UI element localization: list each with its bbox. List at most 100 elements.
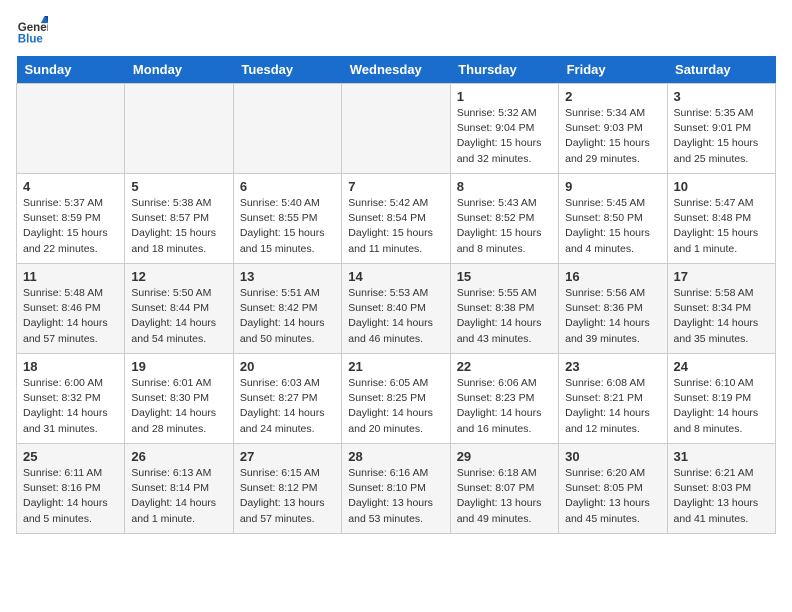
- calendar-cell: [342, 84, 450, 174]
- day-info: Sunrise: 5:45 AM Sunset: 8:50 PM Dayligh…: [565, 196, 660, 257]
- calendar-cell: 27 Sunrise: 6:15 AM Sunset: 8:12 PM Dayli…: [233, 444, 341, 534]
- calendar-cell: 10 Sunrise: 5:47 AM Sunset: 8:48 PM Dayli…: [667, 174, 775, 264]
- day-number: 24: [674, 359, 769, 374]
- calendar-cell: 3 Sunrise: 5:35 AM Sunset: 9:01 PM Daylig…: [667, 84, 775, 174]
- day-info: Sunrise: 5:48 AM Sunset: 8:46 PM Dayligh…: [23, 286, 118, 347]
- day-info: Sunrise: 5:42 AM Sunset: 8:54 PM Dayligh…: [348, 196, 443, 257]
- day-number: 3: [674, 89, 769, 104]
- day-info: Sunrise: 5:58 AM Sunset: 8:34 PM Dayligh…: [674, 286, 769, 347]
- logo: General Blue: [16, 16, 48, 48]
- day-number: 8: [457, 179, 552, 194]
- calendar-cell: 7 Sunrise: 5:42 AM Sunset: 8:54 PM Daylig…: [342, 174, 450, 264]
- calendar-cell: 26Sunrise: 6:13 AM Sunset: 8:14 PM Dayli…: [125, 444, 233, 534]
- day-info: Sunrise: 5:32 AM Sunset: 9:04 PM Dayligh…: [457, 106, 552, 167]
- day-info: Sunrise: 5:37 AM Sunset: 8:59 PM Dayligh…: [23, 196, 118, 257]
- day-number: 10: [674, 179, 769, 194]
- day-number: 19: [131, 359, 226, 374]
- day-info: Sunrise: 5:47 AM Sunset: 8:48 PM Dayligh…: [674, 196, 769, 257]
- calendar-cell: 24 Sunrise: 6:10 AM Sunset: 8:19 PM Dayli…: [667, 354, 775, 444]
- day-number: 4: [23, 179, 118, 194]
- day-info: Sunrise: 5:43 AM Sunset: 8:52 PM Dayligh…: [457, 196, 552, 257]
- calendar-cell: 6Sunrise: 5:40 AM Sunset: 8:55 PM Daylig…: [233, 174, 341, 264]
- calendar-cell: 1 Sunrise: 5:32 AM Sunset: 9:04 PM Daylig…: [450, 84, 558, 174]
- calendar-cell: [17, 84, 125, 174]
- day-number: 29: [457, 449, 552, 464]
- weekday-header: Friday: [559, 56, 667, 84]
- day-number: 7: [348, 179, 443, 194]
- calendar-week-row: 1 Sunrise: 5:32 AM Sunset: 9:04 PM Daylig…: [17, 84, 776, 174]
- calendar-cell: 19 Sunrise: 6:01 AM Sunset: 8:30 PM Dayli…: [125, 354, 233, 444]
- day-number: 17: [674, 269, 769, 284]
- calendar-cell: 18 Sunrise: 6:00 AM Sunset: 8:32 PM Dayli…: [17, 354, 125, 444]
- calendar-cell: [233, 84, 341, 174]
- calendar-cell: 5 Sunrise: 5:38 AM Sunset: 8:57 PM Daylig…: [125, 174, 233, 264]
- day-number: 6: [240, 179, 335, 194]
- calendar-cell: 28 Sunrise: 6:16 AM Sunset: 8:10 PM Dayli…: [342, 444, 450, 534]
- day-number: 12: [131, 269, 226, 284]
- day-info: Sunrise: 6:05 AM Sunset: 8:25 PM Dayligh…: [348, 376, 443, 437]
- day-info: Sunrise: 5:35 AM Sunset: 9:01 PM Dayligh…: [674, 106, 769, 167]
- weekday-header: Monday: [125, 56, 233, 84]
- day-info: Sunrise: 6:21 AM Sunset: 8:03 PM Dayligh…: [674, 466, 769, 527]
- weekday-header: Tuesday: [233, 56, 341, 84]
- day-info: Sunrise: 5:50 AM Sunset: 8:44 PM Dayligh…: [131, 286, 226, 347]
- day-number: 5: [131, 179, 226, 194]
- day-number: 9: [565, 179, 660, 194]
- day-info: Sunrise: 5:34 AM Sunset: 9:03 PM Dayligh…: [565, 106, 660, 167]
- day-info: Sunrise: 5:55 AM Sunset: 8:38 PM Dayligh…: [457, 286, 552, 347]
- day-info: Sunrise: 6:01 AM Sunset: 8:30 PM Dayligh…: [131, 376, 226, 437]
- day-info: Sunrise: 6:00 AM Sunset: 8:32 PM Dayligh…: [23, 376, 118, 437]
- day-info: Sunrise: 6:10 AM Sunset: 8:19 PM Dayligh…: [674, 376, 769, 437]
- calendar-body: 1 Sunrise: 5:32 AM Sunset: 9:04 PM Daylig…: [17, 84, 776, 534]
- calendar-week-row: 4 Sunrise: 5:37 AM Sunset: 8:59 PM Daylig…: [17, 174, 776, 264]
- day-info: Sunrise: 6:06 AM Sunset: 8:23 PM Dayligh…: [457, 376, 552, 437]
- calendar-cell: 4 Sunrise: 5:37 AM Sunset: 8:59 PM Daylig…: [17, 174, 125, 264]
- calendar-cell: 20Sunrise: 6:03 AM Sunset: 8:27 PM Dayli…: [233, 354, 341, 444]
- calendar-cell: 17 Sunrise: 5:58 AM Sunset: 8:34 PM Dayli…: [667, 264, 775, 354]
- day-info: Sunrise: 5:56 AM Sunset: 8:36 PM Dayligh…: [565, 286, 660, 347]
- calendar-cell: 30 Sunrise: 6:20 AM Sunset: 8:05 PM Dayli…: [559, 444, 667, 534]
- day-number: 31: [674, 449, 769, 464]
- day-info: Sunrise: 6:11 AM Sunset: 8:16 PM Dayligh…: [23, 466, 118, 527]
- day-info: Sunrise: 6:16 AM Sunset: 8:10 PM Dayligh…: [348, 466, 443, 527]
- day-number: 20: [240, 359, 335, 374]
- calendar-header-row: SundayMondayTuesdayWednesdayThursdayFrid…: [17, 56, 776, 84]
- calendar-week-row: 11Sunrise: 5:48 AM Sunset: 8:46 PM Dayli…: [17, 264, 776, 354]
- calendar-cell: 15Sunrise: 5:55 AM Sunset: 8:38 PM Dayli…: [450, 264, 558, 354]
- day-number: 18: [23, 359, 118, 374]
- calendar-cell: 22 Sunrise: 6:06 AM Sunset: 8:23 PM Dayli…: [450, 354, 558, 444]
- day-info: Sunrise: 6:18 AM Sunset: 8:07 PM Dayligh…: [457, 466, 552, 527]
- day-info: Sunrise: 5:38 AM Sunset: 8:57 PM Dayligh…: [131, 196, 226, 257]
- day-info: Sunrise: 6:08 AM Sunset: 8:21 PM Dayligh…: [565, 376, 660, 437]
- day-number: 30: [565, 449, 660, 464]
- calendar-cell: 11Sunrise: 5:48 AM Sunset: 8:46 PM Dayli…: [17, 264, 125, 354]
- day-number: 21: [348, 359, 443, 374]
- calendar-cell: 25 Sunrise: 6:11 AM Sunset: 8:16 PM Dayli…: [17, 444, 125, 534]
- calendar-cell: 23Sunrise: 6:08 AM Sunset: 8:21 PM Dayli…: [559, 354, 667, 444]
- day-info: Sunrise: 5:53 AM Sunset: 8:40 PM Dayligh…: [348, 286, 443, 347]
- svg-text:Blue: Blue: [18, 34, 44, 46]
- day-info: Sunrise: 6:15 AM Sunset: 8:12 PM Dayligh…: [240, 466, 335, 527]
- day-number: 28: [348, 449, 443, 464]
- calendar-cell: 8 Sunrise: 5:43 AM Sunset: 8:52 PM Daylig…: [450, 174, 558, 264]
- calendar-table: SundayMondayTuesdayWednesdayThursdayFrid…: [16, 56, 776, 534]
- calendar-week-row: 25 Sunrise: 6:11 AM Sunset: 8:16 PM Dayli…: [17, 444, 776, 534]
- day-number: 13: [240, 269, 335, 284]
- day-info: Sunrise: 6:20 AM Sunset: 8:05 PM Dayligh…: [565, 466, 660, 527]
- page-header: General Blue: [16, 16, 776, 48]
- calendar-cell: 21 Sunrise: 6:05 AM Sunset: 8:25 PM Dayli…: [342, 354, 450, 444]
- day-number: 2: [565, 89, 660, 104]
- calendar-cell: 2 Sunrise: 5:34 AM Sunset: 9:03 PM Daylig…: [559, 84, 667, 174]
- day-number: 27: [240, 449, 335, 464]
- day-number: 25: [23, 449, 118, 464]
- calendar-cell: 13 Sunrise: 5:51 AM Sunset: 8:42 PM Dayli…: [233, 264, 341, 354]
- calendar-cell: [125, 84, 233, 174]
- weekday-header: Thursday: [450, 56, 558, 84]
- day-number: 22: [457, 359, 552, 374]
- calendar-cell: 29 Sunrise: 6:18 AM Sunset: 8:07 PM Dayli…: [450, 444, 558, 534]
- day-number: 1: [457, 89, 552, 104]
- calendar-cell: 12 Sunrise: 5:50 AM Sunset: 8:44 PM Dayli…: [125, 264, 233, 354]
- day-info: Sunrise: 5:51 AM Sunset: 8:42 PM Dayligh…: [240, 286, 335, 347]
- calendar-cell: 14 Sunrise: 5:53 AM Sunset: 8:40 PM Dayli…: [342, 264, 450, 354]
- day-number: 14: [348, 269, 443, 284]
